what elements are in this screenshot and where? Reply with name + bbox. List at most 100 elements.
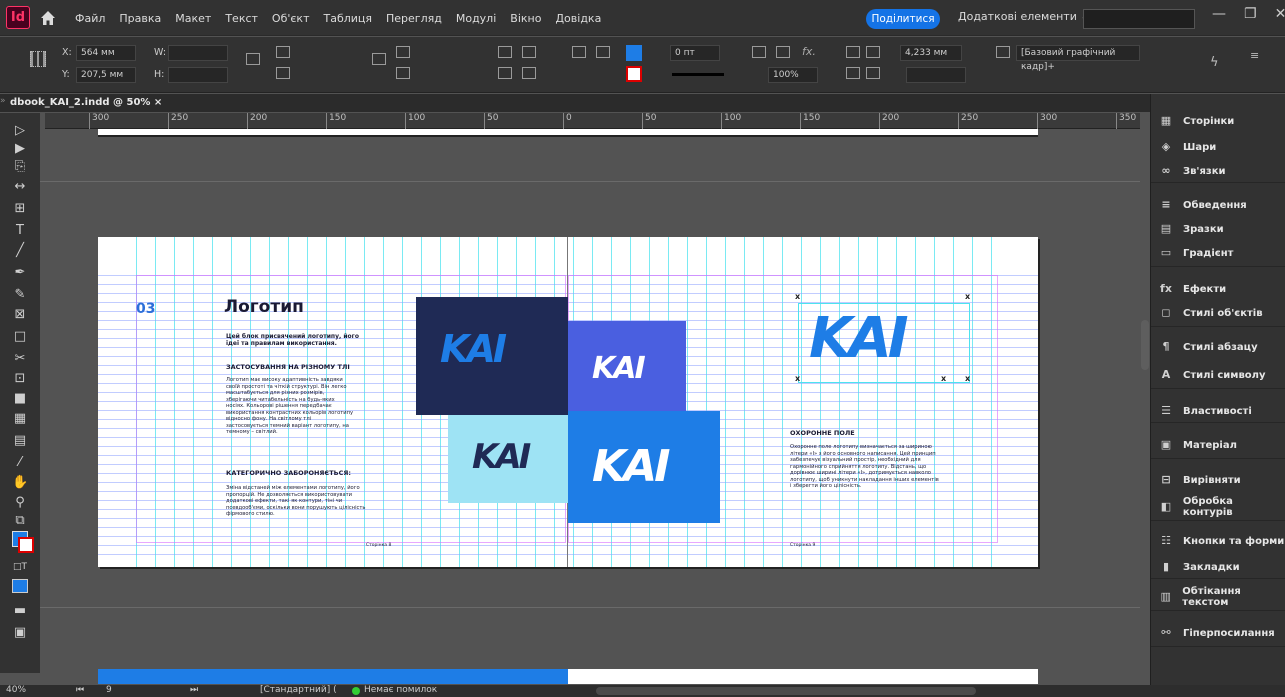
stroke-swatch-none[interactable] xyxy=(626,66,642,82)
stroke-color-icon[interactable] xyxy=(18,537,34,553)
panel-hyperlinks[interactable]: ⚯ Гіперпосилання xyxy=(1159,624,1274,642)
panel-bookmarks[interactable]: ▮ Закладки xyxy=(1159,558,1240,576)
logo-tile-sky[interactable]: KAI xyxy=(448,415,568,503)
gap-size-field[interactable]: 4,233 мм xyxy=(900,45,962,61)
fit-frame-icon[interactable] xyxy=(866,67,880,79)
constrain-proportions-icon[interactable] xyxy=(246,53,260,65)
stroke-weight-field[interactable]: 0 пт xyxy=(670,45,720,61)
share-button[interactable]: Поділитися xyxy=(866,9,940,29)
page-number-field[interactable]: 9 xyxy=(106,685,112,695)
type-tool-icon[interactable]: T xyxy=(12,223,28,239)
effects-fx-icon[interactable]: fx. xyxy=(802,45,816,58)
home-icon[interactable] xyxy=(40,10,56,26)
panel-layers[interactable]: ◈ Шари xyxy=(1159,138,1217,156)
menu-edit[interactable]: Правка xyxy=(112,12,168,25)
menu-file[interactable]: Файл xyxy=(68,12,112,25)
scale-y-icon[interactable] xyxy=(276,67,290,79)
note-tool-icon[interactable]: ▤ xyxy=(12,433,28,449)
pasteboard[interactable]: 03 Логотип Цей блок присвячений логотипу… xyxy=(40,129,1140,684)
menu-view[interactable]: Перегляд xyxy=(379,12,449,25)
h-field[interactable] xyxy=(168,67,228,83)
panel-menu-icon[interactable]: ≡ xyxy=(1250,49,1259,62)
page-tool-icon[interactable]: ⎘ xyxy=(12,159,28,175)
free-transform-tool-icon[interactable]: ⊡ xyxy=(12,371,28,387)
reference-dropdown[interactable] xyxy=(906,67,966,83)
align-center-icon[interactable] xyxy=(866,46,880,58)
close-icon[interactable]: ✕ xyxy=(1275,6,1285,22)
default-fill-stroke-icon[interactable]: ⧉ xyxy=(12,513,28,529)
preflight-errors[interactable]: Немає помилок xyxy=(364,685,437,695)
hand-tool-icon[interactable]: ✋ xyxy=(12,475,28,491)
tab-overflow-icon[interactable]: » xyxy=(0,96,6,106)
content-collector-icon[interactable]: ⊞ xyxy=(12,201,28,217)
last-page-icon[interactable]: ⏭ xyxy=(190,685,198,695)
x-field[interactable]: 564 мм xyxy=(76,45,136,61)
panel-character-styles[interactable]: A Стилі символу xyxy=(1159,366,1266,384)
search-input[interactable] xyxy=(1083,9,1195,29)
indesign-app-icon[interactable]: Id xyxy=(6,6,30,29)
rectangle-frame-tool-icon[interactable]: ⊠ xyxy=(12,307,28,323)
preflight-style[interactable]: [Стандартний] ( xyxy=(260,685,337,695)
restore-icon[interactable]: ❐ xyxy=(1244,6,1257,22)
apply-color-icon[interactable] xyxy=(12,579,28,593)
menu-object[interactable]: Об'єкт xyxy=(265,12,317,25)
eyedropper-tool-icon[interactable]: ⁄ xyxy=(12,455,28,471)
rotate-ccw-icon[interactable] xyxy=(522,46,536,58)
align-left-icon[interactable] xyxy=(846,46,860,58)
constrain-scale-icon[interactable] xyxy=(372,53,386,65)
panel-paragraph-styles[interactable]: ¶ Стилі абзацу xyxy=(1159,338,1258,356)
panel-material[interactable]: ▣ Матеріал xyxy=(1159,436,1237,454)
panel-text-wrap[interactable]: ▥ Обтікання текстом xyxy=(1159,586,1285,608)
menu-plugins[interactable]: Модулі xyxy=(449,12,503,25)
direct-selection-tool-icon[interactable]: ▶ xyxy=(12,141,28,157)
flip-vertical-icon[interactable] xyxy=(522,67,536,79)
select-container-icon[interactable] xyxy=(572,46,586,58)
fill-swatch[interactable] xyxy=(626,45,642,61)
view-mode-icon[interactable]: ▬ xyxy=(12,603,28,619)
pen-tool-icon[interactable]: ✒ xyxy=(12,265,28,281)
pencil-tool-icon[interactable]: ✎ xyxy=(12,287,28,303)
corner-options-icon[interactable] xyxy=(752,46,766,58)
panel-pathfinder[interactable]: ◧ Обробка контурів xyxy=(1159,496,1285,518)
frame-icon[interactable] xyxy=(776,46,790,58)
gradient-feather-tool-icon[interactable]: ▦ xyxy=(12,411,28,427)
zoom-level[interactable]: 40% xyxy=(6,685,26,695)
logo-tile-navy[interactable]: KAI xyxy=(416,297,568,415)
select-content-icon[interactable] xyxy=(596,46,610,58)
menu-help[interactable]: Довідка xyxy=(548,12,608,25)
panel-properties[interactable]: ☰ Властивості xyxy=(1159,402,1252,420)
document-tab[interactable]: dbook_KAI_2.indd @ 50% × xyxy=(10,94,162,112)
panel-object-styles[interactable]: ◻ Стилі об'єктів xyxy=(1159,304,1262,322)
w-field[interactable] xyxy=(168,45,228,61)
line-tool-icon[interactable]: ╱ xyxy=(12,243,28,259)
panel-links[interactable]: ∞ Зв'язки xyxy=(1159,162,1225,180)
panel-buttons-forms[interactable]: ☷ Кнопки та форми xyxy=(1159,532,1284,550)
shear-icon[interactable] xyxy=(396,67,410,79)
scissors-tool-icon[interactable]: ✂ xyxy=(12,351,28,367)
document-spread[interactable]: 03 Логотип Цей блок присвячений логотипу… xyxy=(98,237,1038,567)
gradient-swatch-tool-icon[interactable]: ■ xyxy=(12,391,28,407)
panel-gradient[interactable]: ▭ Градієнт xyxy=(1159,244,1234,262)
opacity-field[interactable]: 100% xyxy=(768,67,818,83)
selection-tool-icon[interactable]: ▷ xyxy=(12,123,28,139)
screen-mode-icon[interactable]: ▣ xyxy=(12,625,28,641)
object-style-dropdown[interactable]: [Базовий графічний кадр]+ xyxy=(1016,45,1140,72)
zoom-tool-icon[interactable]: ⚲ xyxy=(12,495,28,511)
menu-layout[interactable]: Макет xyxy=(168,12,218,25)
stroke-type-preview[interactable] xyxy=(672,73,724,76)
y-field[interactable]: 207,5 мм xyxy=(76,67,136,83)
clear-space-frame[interactable]: KAI x x x x x xyxy=(795,292,970,383)
horizontal-ruler[interactable]: 300 250 200 150 100 50 0 50 100 150 200 250 300 350 xyxy=(45,113,1140,129)
panel-swatches[interactable]: ▤ Зразки xyxy=(1159,220,1224,238)
quick-apply-icon[interactable]: ϟ xyxy=(1210,55,1219,70)
rotate-icon[interactable] xyxy=(396,46,410,58)
horizontal-scrollbar-thumb[interactable] xyxy=(596,687,976,695)
menu-type[interactable]: Текст xyxy=(218,12,265,25)
vertical-scrollbar-thumb[interactable] xyxy=(1141,320,1149,370)
panel-pages[interactable]: ▦ Сторінки xyxy=(1159,112,1235,130)
gap-tool-icon[interactable]: ↔ xyxy=(12,179,28,195)
reference-point-icon[interactable] xyxy=(30,51,46,67)
menu-table[interactable]: Таблиця xyxy=(316,12,379,25)
flip-horizontal-icon[interactable] xyxy=(498,67,512,79)
object-style-icon[interactable] xyxy=(996,46,1010,58)
